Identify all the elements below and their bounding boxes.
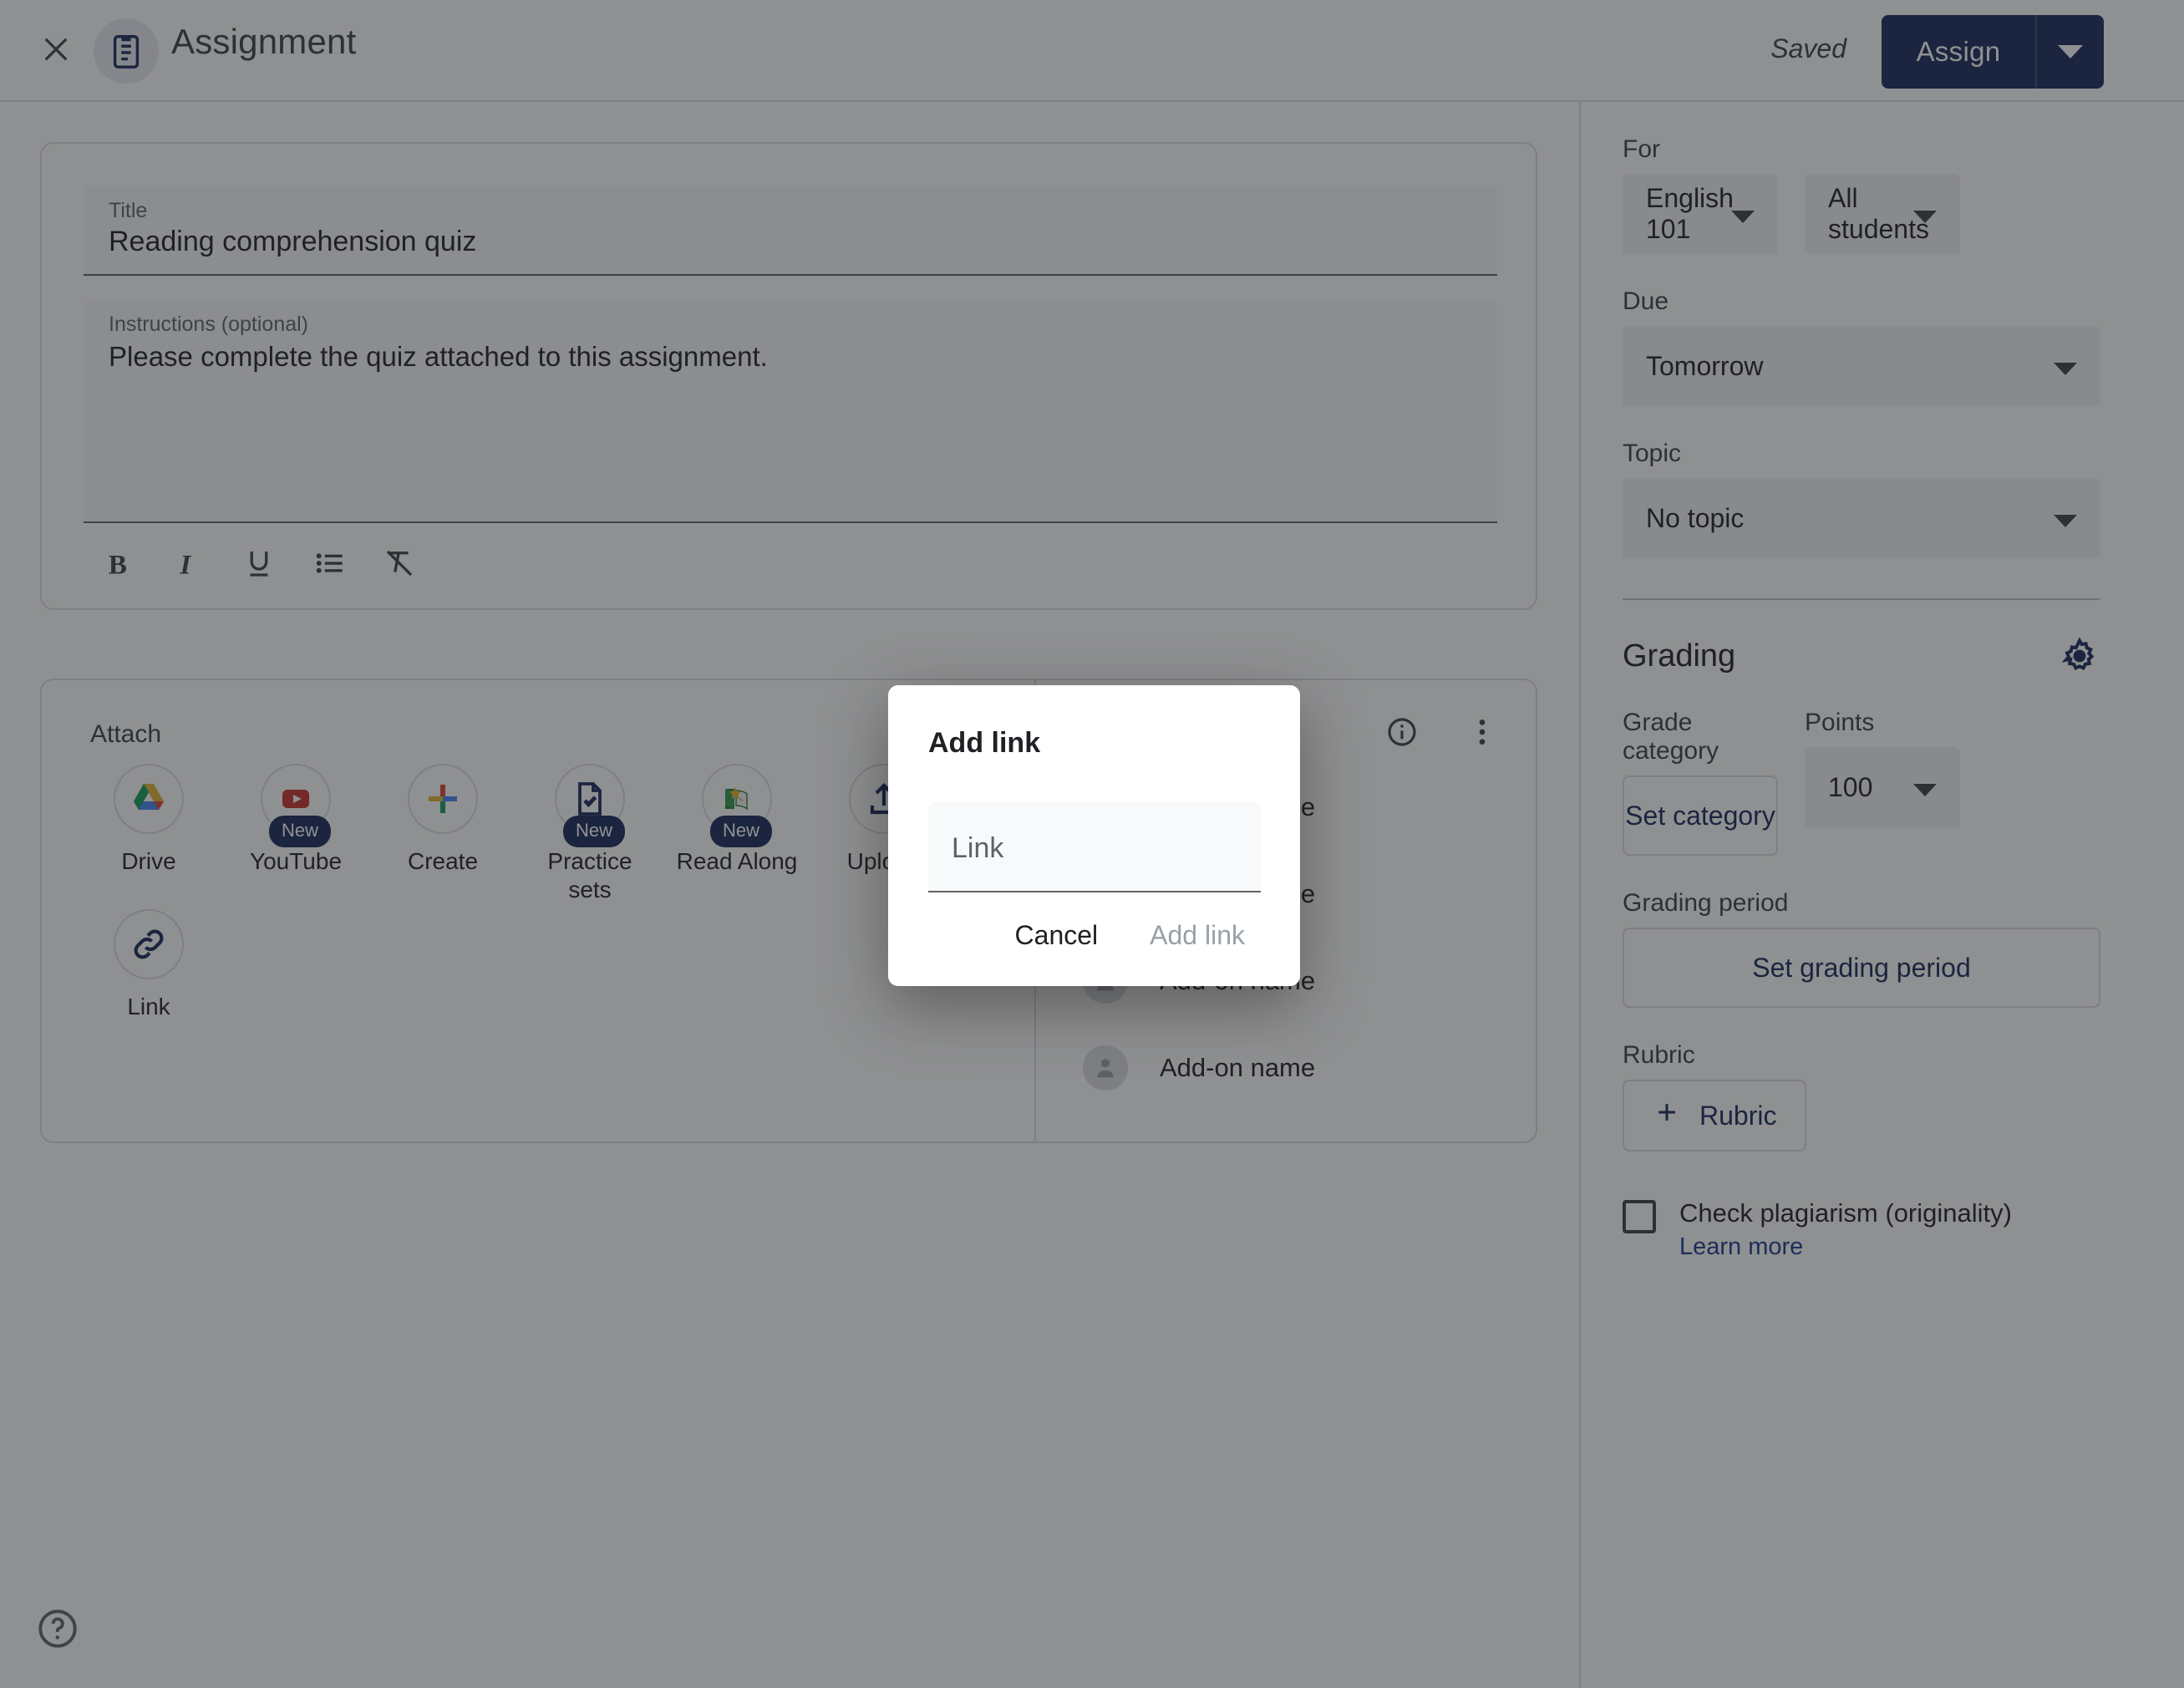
dialog-actions: Cancel Add link xyxy=(997,908,1263,963)
add-link-dialog: Add link Link Cancel Add link xyxy=(888,685,1300,986)
link-input[interactable]: Link xyxy=(928,802,1261,892)
add-link-button[interactable]: Add link xyxy=(1131,908,1263,963)
dialog-title: Add link xyxy=(928,727,1041,759)
link-input-placeholder: Link xyxy=(952,832,1004,864)
cancel-button[interactable]: Cancel xyxy=(997,908,1117,963)
